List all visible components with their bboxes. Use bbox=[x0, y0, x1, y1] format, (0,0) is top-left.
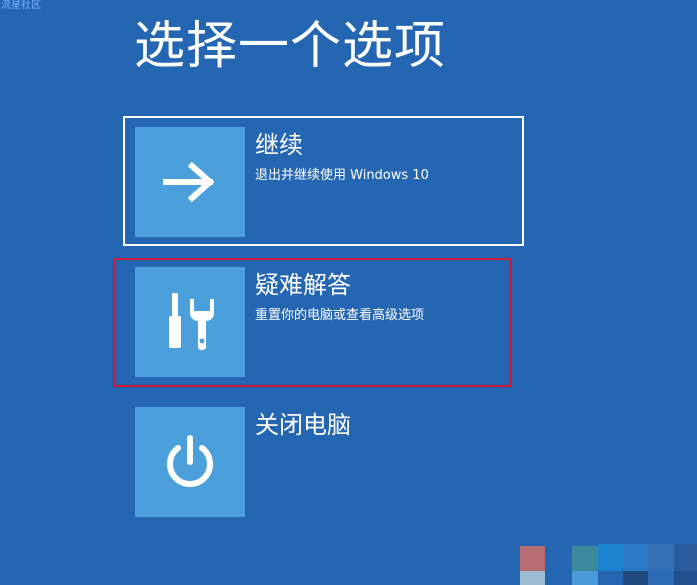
option-continue[interactable]: 继续 退出并继续使用 Windows 10 bbox=[135, 127, 525, 237]
continue-tile[interactable] bbox=[135, 127, 245, 237]
troubleshoot-tile[interactable] bbox=[135, 267, 245, 377]
option-description: 重置你的电脑或查看高级选项 bbox=[255, 308, 425, 323]
option-title: 继续 bbox=[255, 131, 303, 159]
corner-color-blocks bbox=[520, 544, 697, 585]
power-icon bbox=[167, 435, 213, 487]
shutdown-tile[interactable] bbox=[135, 407, 245, 517]
option-troubleshoot[interactable]: 疑难解答 重置你的电脑或查看高级选项 bbox=[135, 267, 525, 377]
option-description: 退出并继续使用 Windows 10 bbox=[255, 168, 429, 183]
option-shutdown[interactable]: 关闭电脑 bbox=[135, 407, 525, 517]
arrow-right-icon bbox=[163, 161, 215, 203]
option-title: 关闭电脑 bbox=[255, 411, 351, 439]
page-title: 选择一个选项 bbox=[134, 17, 447, 76]
tools-icon bbox=[169, 293, 214, 350]
option-title: 疑难解答 bbox=[255, 271, 351, 299]
watermark-text: 流星社区 bbox=[1, 0, 41, 11]
